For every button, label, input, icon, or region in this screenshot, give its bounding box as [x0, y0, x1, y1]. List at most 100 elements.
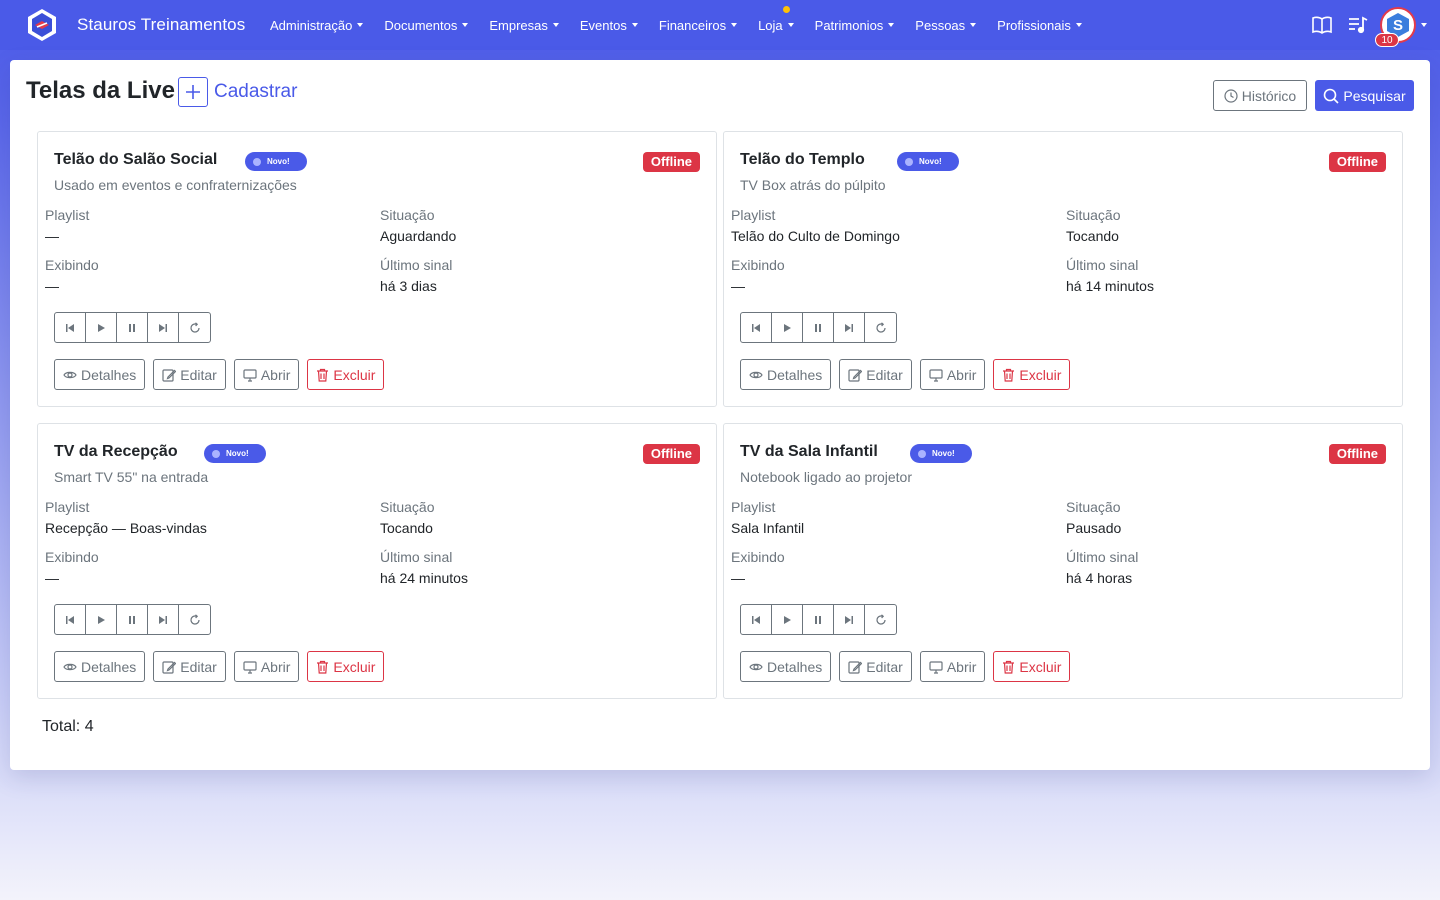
menu-label: Loja	[758, 17, 783, 33]
menu-empresas[interactable]: Empresas	[489, 18, 559, 33]
card-title: TV da Recepção	[54, 443, 178, 460]
play-icon[interactable]	[772, 605, 803, 634]
status-badge: Offline	[1328, 444, 1386, 464]
ultimo-sinal-label: Último sinal	[1066, 549, 1139, 565]
open-button-label: Abrir	[260, 366, 291, 383]
ultimo-sinal-value: há 24 minutos	[380, 570, 468, 586]
situacao-label: Situação	[1066, 207, 1121, 223]
add-button[interactable]: Cadastrar	[178, 77, 297, 107]
play-icon[interactable]	[772, 313, 803, 342]
edit-button[interactable]: Editar	[839, 651, 912, 682]
trash-icon	[1003, 660, 1015, 674]
playlist-value: Recepção — Boas-vindas	[45, 520, 207, 536]
search-button[interactable]: Pesquisar	[1315, 80, 1414, 111]
delete-button[interactable]: Excluir	[993, 359, 1071, 390]
menu-financeiros[interactable]: Financeiros	[658, 17, 738, 33]
new-badge: Novo!	[897, 152, 959, 171]
delete-button[interactable]: Excluir	[307, 651, 385, 682]
dot-icon	[253, 157, 261, 166]
skip-previous-icon[interactable]	[55, 605, 86, 634]
dot-icon	[212, 449, 220, 458]
ultimo-sinal-label: Último sinal	[380, 257, 453, 273]
refresh-icon[interactable]	[179, 313, 210, 342]
edit-button[interactable]: Editar	[839, 359, 912, 390]
exibindo-label: Exibindo	[45, 257, 99, 273]
edit-button[interactable]: Editar	[153, 359, 226, 390]
add-button-label: Cadastrar	[214, 81, 298, 102]
card-title: Telão do Salão Social	[54, 151, 218, 168]
screen-card: Telão do Salão Social Novo! Offline Usad…	[37, 131, 717, 407]
menu-administracao[interactable]: Administração	[270, 18, 364, 33]
play-icon[interactable]	[86, 313, 117, 342]
skip-next-icon[interactable]	[148, 605, 179, 634]
monitor-icon	[929, 660, 943, 674]
menu-eventos[interactable]: Eventos	[580, 18, 638, 33]
playlist-label: Playlist	[45, 207, 90, 223]
details-button[interactable]: Detalhes	[54, 359, 146, 390]
menu-documentos[interactable]: Documentos	[384, 18, 469, 33]
skip-previous-icon[interactable]	[55, 313, 86, 342]
exibindo-label: Exibindo	[731, 257, 785, 273]
details-button[interactable]: Detalhes	[54, 651, 146, 682]
open-button-label: Abrir	[946, 366, 977, 383]
playlist-label: Playlist	[731, 207, 776, 223]
pause-icon[interactable]	[117, 313, 148, 342]
caret-down-icon	[357, 23, 364, 27]
open-button[interactable]: Abrir	[919, 359, 986, 390]
brand-logo[interactable]	[25, 8, 59, 42]
refresh-icon[interactable]	[865, 313, 896, 342]
pause-icon[interactable]	[117, 605, 148, 634]
ultimo-sinal-value: há 4 horas	[1066, 570, 1133, 586]
menu-pessoas[interactable]: Pessoas	[915, 18, 977, 33]
playlist-icon[interactable]	[1347, 14, 1369, 36]
skip-next-icon[interactable]	[834, 605, 865, 634]
open-button[interactable]: Abrir	[233, 359, 300, 390]
menu-loja[interactable]: Loja	[758, 5, 794, 33]
plus-icon	[178, 77, 208, 107]
trash-icon	[1003, 368, 1015, 382]
new-badge-label: Novo!	[919, 157, 942, 166]
card-description: Smart TV 55" na entrada	[54, 469, 209, 485]
player-controls	[740, 312, 897, 343]
caret-down-icon	[631, 23, 638, 27]
new-badge-label: Novo!	[267, 157, 290, 166]
card-title: Telão do Templo	[740, 151, 865, 168]
skip-next-icon[interactable]	[834, 313, 865, 342]
delete-button[interactable]: Excluir	[307, 359, 385, 390]
details-button-label: Detalhes	[81, 366, 137, 383]
edit-button[interactable]: Editar	[153, 651, 226, 682]
edit-icon	[848, 368, 863, 382]
menu-patrimonios[interactable]: Patrimonios	[815, 18, 895, 33]
pause-icon[interactable]	[803, 605, 834, 634]
edit-button-label: Editar	[180, 366, 217, 383]
refresh-icon[interactable]	[179, 605, 210, 634]
history-button[interactable]: Histórico	[1213, 80, 1307, 111]
play-icon[interactable]	[86, 605, 117, 634]
menu-label: Financeiros	[658, 17, 727, 33]
new-badge-label: Novo!	[932, 449, 955, 458]
details-button[interactable]: Detalhes	[740, 651, 832, 682]
pause-icon[interactable]	[803, 313, 834, 342]
open-button-label: Abrir	[946, 658, 977, 675]
monitor-icon	[243, 660, 257, 674]
delete-button[interactable]: Excluir	[993, 651, 1071, 682]
status-badge: Offline	[1328, 152, 1386, 172]
refresh-icon[interactable]	[865, 605, 896, 634]
delete-button-label: Excluir	[1019, 658, 1062, 675]
caret-down-icon[interactable]	[1421, 23, 1427, 27]
caret-down-icon	[1075, 23, 1082, 27]
edit-icon	[162, 368, 177, 382]
skip-previous-icon[interactable]	[741, 313, 772, 342]
skip-previous-icon[interactable]	[741, 605, 772, 634]
page-title: Telas da Live	[26, 77, 175, 104]
open-button[interactable]: Abrir	[233, 651, 300, 682]
brand-name[interactable]: Stauros Treinamentos	[77, 15, 245, 35]
menu-profissionais[interactable]: Profissionais	[997, 18, 1082, 33]
details-button[interactable]: Detalhes	[740, 359, 832, 390]
open-button[interactable]: Abrir	[919, 651, 986, 682]
exibindo-value: —	[731, 278, 745, 294]
skip-next-icon[interactable]	[148, 313, 179, 342]
book-icon[interactable]	[1311, 14, 1333, 36]
notification-dot	[782, 5, 790, 13]
top-navbar: Stauros Treinamentos Administração Docum…	[0, 0, 1440, 50]
